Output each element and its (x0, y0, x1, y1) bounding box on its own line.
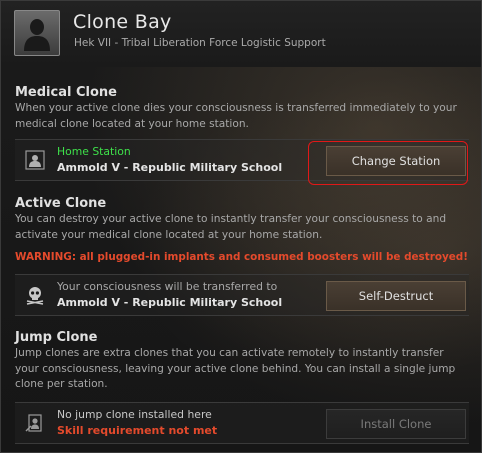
active-clone-description: You can destroy your active clone to ins… (15, 213, 447, 241)
active-clone-title: Active Clone (15, 196, 107, 211)
self-destruct-button[interactable]: Self-Destruct (326, 281, 466, 311)
clone-bay-icon (14, 10, 60, 56)
jump-clone-status: No jump clone installed here (57, 408, 212, 421)
jump-clone-row: No jump clone installed here Skill requi… (15, 402, 469, 444)
skill-requirement-warning: Skill requirement not met (57, 424, 218, 437)
skull-icon (25, 285, 45, 305)
medical-clone-description: When your active clone dies your conscio… (15, 102, 457, 130)
transfer-label: Your consciousness will be transferred t… (57, 280, 278, 293)
jump-clone-icon (25, 413, 45, 433)
home-station-name: Ammold V - Republic Military School (57, 161, 283, 174)
install-clone-button[interactable]: Install Clone (326, 409, 466, 439)
medical-clone-row: Home Station Ammold V - Republic Militar… (15, 139, 469, 181)
home-station-label: Home Station (57, 145, 131, 158)
window-title: Clone Bay (73, 11, 172, 33)
jump-clone-description: Jump clones are extra clones that you ca… (15, 347, 456, 390)
window-subtitle: Hek VII - Tribal Liberation Force Logist… (74, 37, 326, 49)
jump-clone-title: Jump Clone (15, 330, 98, 345)
medical-clone-title: Medical Clone (15, 85, 117, 100)
self-destruct-warning: WARNING: all plugged-in implants and con… (15, 251, 468, 263)
window-header: Clone Bay Hek VII - Tribal Liberation Fo… (1, 1, 481, 67)
active-clone-row: Your consciousness will be transferred t… (15, 274, 469, 316)
change-station-button[interactable]: Change Station (326, 146, 466, 176)
clone-icon (25, 150, 45, 170)
transfer-station-name: Ammold V - Republic Military School (57, 296, 283, 309)
clone-bay-window: Clone Bay Hek VII - Tribal Liberation Fo… (0, 0, 482, 453)
